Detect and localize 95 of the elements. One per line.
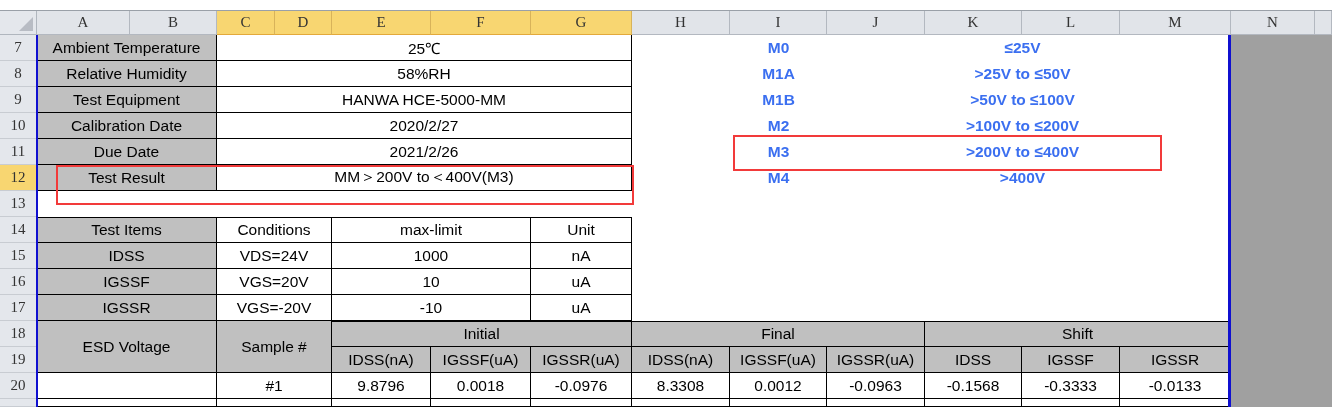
condition-value: 25℃ — [217, 35, 632, 61]
voltage-range: >100V to ≤200V — [964, 116, 1081, 136]
column-heading: IGSSF(uA) — [730, 347, 827, 373]
column-header[interactable]: K — [925, 11, 1022, 35]
group-heading: Initial — [332, 321, 632, 347]
column-heading: IDSS(nA) — [632, 347, 730, 373]
table-cell: 0.0018 — [431, 373, 531, 399]
table-cell: IGSSR — [37, 295, 217, 321]
column-heading: max-limit — [332, 217, 531, 243]
table-cell: IGSSF — [37, 269, 217, 295]
voltage-class: M1A — [761, 64, 796, 84]
voltage-class: M2 — [766, 116, 791, 136]
row-header[interactable]: 12 — [0, 165, 37, 191]
table-cell: 10 — [332, 269, 531, 295]
column-header[interactable]: C — [217, 11, 275, 35]
column-header[interactable]: E — [332, 11, 431, 35]
table-cell: nA — [531, 243, 632, 269]
group-heading: Final — [632, 321, 925, 347]
column-heading: IGSSR — [1120, 347, 1231, 373]
condition-label: Ambient Temperature — [37, 35, 217, 61]
condition-value: 2020/2/27 — [217, 113, 632, 139]
condition-value: HANWA HCE-5000-MM — [217, 87, 632, 113]
column-heading: IGSSF — [1022, 347, 1120, 373]
column-heading: Conditions — [217, 217, 332, 243]
row-header[interactable]: 14 — [0, 217, 37, 243]
column-heading: IDSS(nA) — [332, 347, 431, 373]
table-cell: VDS=24V — [217, 243, 332, 269]
condition-value: 58%RH — [217, 61, 632, 87]
table-cell: 8.3308 — [632, 373, 730, 399]
corner-triangle-icon — [19, 17, 33, 31]
column-header[interactable]: L — [1022, 11, 1120, 35]
row-header[interactable]: 10 — [0, 113, 37, 139]
voltage-class: M1B — [761, 90, 796, 110]
condition-label: Test Result — [37, 165, 217, 191]
column-header[interactable]: M — [1120, 11, 1231, 35]
table-cell: -10 — [332, 295, 531, 321]
voltage-range: >25V to ≤50V — [973, 64, 1072, 84]
row-header[interactable]: 15 — [0, 243, 37, 269]
column-header[interactable]: J — [827, 11, 925, 35]
column-heading: IGSSR(uA) — [827, 347, 925, 373]
table-cell: 1000 — [332, 243, 531, 269]
condition-label: Calibration Date — [37, 113, 217, 139]
table-cell: -0.1568 — [925, 373, 1022, 399]
condition-label: Relative Humidity — [37, 61, 217, 87]
row-header[interactable] — [0, 399, 37, 407]
table-cell: VGS=-20V — [217, 295, 332, 321]
table-cell: 9.8796 — [332, 373, 431, 399]
table-cell: #1 — [217, 373, 332, 399]
row-header[interactable]: 17 — [0, 295, 37, 321]
group-heading: Shift — [925, 321, 1231, 347]
row-header[interactable]: 20 — [0, 373, 37, 399]
column-heading: IDSS — [925, 347, 1022, 373]
voltage-class: M4 — [766, 168, 791, 188]
voltage-range: >400V — [998, 168, 1047, 188]
column-header[interactable]: G — [531, 11, 632, 35]
column-heading: ESD Voltage — [37, 321, 217, 373]
row-header[interactable]: 7 — [0, 35, 37, 61]
column-header[interactable]: D — [275, 11, 332, 35]
row-header[interactable]: 13 — [0, 191, 37, 217]
table-cell: -0.3333 — [1022, 373, 1120, 399]
column-heading: IGSSR(uA) — [531, 347, 632, 373]
column-header[interactable] — [1315, 11, 1332, 35]
column-header[interactable]: F — [431, 11, 531, 35]
table-cell: uA — [531, 269, 632, 295]
table-cell: -0.0963 — [827, 373, 925, 399]
condition-label: Due Date — [37, 139, 217, 165]
condition-value: MM＞200V to＜400V(M3) — [217, 165, 632, 191]
table-cell: VGS=20V — [217, 269, 332, 295]
column-heading: Sample # — [217, 321, 332, 373]
column-header[interactable]: H — [632, 11, 730, 35]
voltage-range: >200V to ≤400V — [964, 142, 1081, 162]
column-header[interactable]: B — [130, 11, 217, 35]
voltage-range: >50V to ≤100V — [969, 90, 1076, 110]
condition-label: Test Equipment — [37, 87, 217, 113]
row-header[interactable]: 16 — [0, 269, 37, 295]
row-header[interactable]: 9 — [0, 87, 37, 113]
voltage-class: M3 — [766, 142, 791, 162]
table-cell: IDSS — [37, 243, 217, 269]
row-header[interactable]: 18 — [0, 321, 37, 347]
row-header[interactable]: 8 — [0, 61, 37, 87]
table-cell: -0.0976 — [531, 373, 632, 399]
column-heading: Test Items — [37, 217, 217, 243]
row-header[interactable]: 19 — [0, 347, 37, 373]
voltage-class: M0 — [766, 38, 791, 58]
column-heading: Unit — [531, 217, 632, 243]
table-cell: 0.0012 — [730, 373, 827, 399]
column-header[interactable]: N — [1231, 11, 1315, 35]
column-heading: IGSSF(uA) — [431, 347, 531, 373]
table-cell: uA — [531, 295, 632, 321]
column-header[interactable]: A — [37, 11, 130, 35]
row-header[interactable]: 11 — [0, 139, 37, 165]
voltage-range: ≤25V — [1003, 38, 1042, 58]
condition-value: 2021/2/26 — [217, 139, 632, 165]
select-all-button[interactable] — [0, 11, 37, 35]
column-header[interactable]: I — [730, 11, 827, 35]
